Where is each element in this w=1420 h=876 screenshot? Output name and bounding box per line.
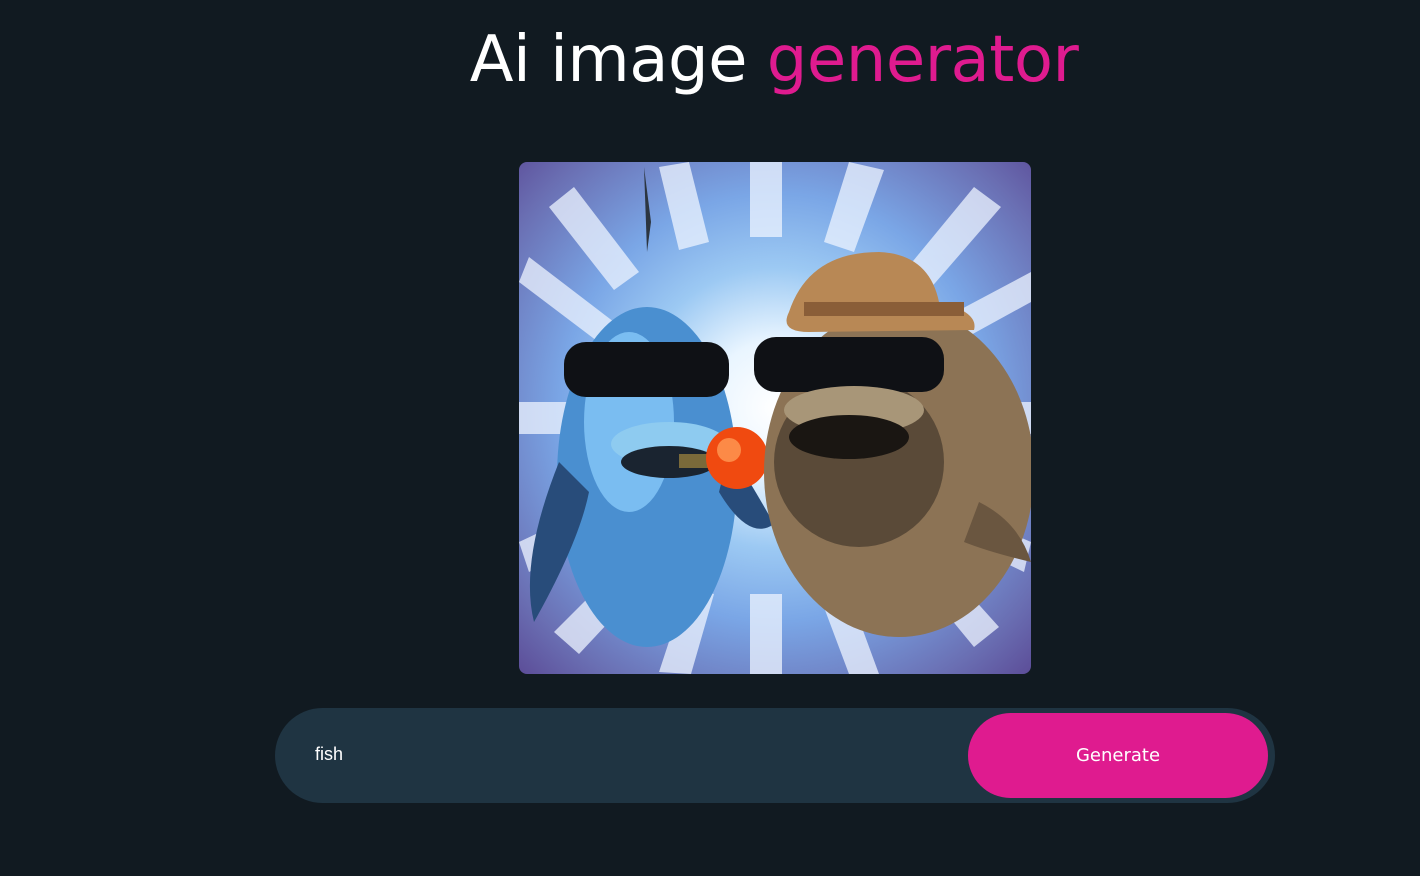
left-fish: [529, 167, 774, 647]
page-title-plain: Ai image: [469, 23, 748, 97]
prompt-bar: Generate: [275, 708, 1275, 803]
prompt-input[interactable]: [315, 732, 935, 776]
generated-image: [519, 162, 1031, 674]
generated-image-artwork: [519, 162, 1031, 674]
app-page: Ai image generator fish Generate: [0, 0, 1420, 876]
page-title-accent: generator: [766, 23, 1079, 97]
page-title: Ai image generator: [0, 20, 1420, 100]
generate-button[interactable]: Generate: [968, 713, 1268, 798]
